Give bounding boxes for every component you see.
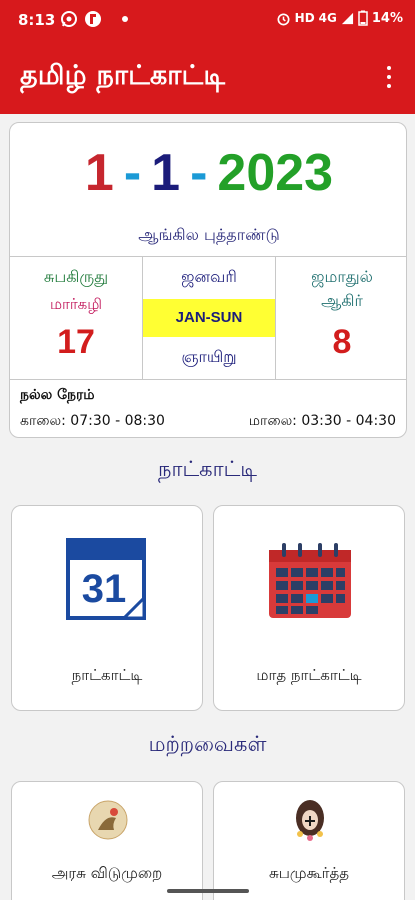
- calendar-section-title: நாட்காட்டி: [158, 457, 257, 481]
- others-section-title: மற்றவைகள்: [148, 732, 267, 756]
- date-year: 2023: [217, 144, 334, 202]
- english-month-name: ஜனவரி: [181, 267, 237, 286]
- app-bar: தமிழ் நாட்காட்டி: [0, 40, 415, 114]
- whatsapp-icon: [61, 11, 77, 27]
- daily-calendar-tile[interactable]: 31 நாட்காட்டி: [11, 505, 203, 711]
- daily-calendar-label: நாட்காட்டி: [71, 666, 143, 684]
- hijri-date-number: 8: [332, 323, 352, 361]
- month-calendar-icon: [269, 543, 351, 618]
- status-bar: 8:13 HD 4G 14%: [0, 0, 415, 40]
- date-separator: -: [190, 144, 208, 202]
- auspicious-times-label: சுபமுகூர்த்த: [268, 864, 350, 882]
- tamil-year-name: சுபகிருது: [43, 267, 109, 286]
- date-day: 1: [84, 144, 114, 202]
- good-time-title: நல்ல நேரம்: [20, 387, 95, 403]
- app-title: தமிழ் நாட்காட்டி: [20, 60, 226, 91]
- signal-type: 4G: [318, 11, 337, 25]
- good-time-morning: காலை: 07:30 - 08:30: [20, 413, 165, 429]
- calendar-icon-number: 31: [82, 567, 127, 611]
- dot-icon: [122, 16, 128, 22]
- day-event: ஆங்கில புத்தாண்டு: [138, 225, 280, 244]
- gregorian-date: 1-1-2023: [10, 143, 406, 203]
- app-notification-icon: [85, 11, 101, 27]
- date-separator: -: [123, 144, 142, 202]
- government-holidays-label: அரசு விடுமுறை: [51, 864, 163, 882]
- english-month-column: ஜனவரி JAN-SUN ஞாயிறு: [142, 257, 275, 379]
- hijri-date-column: ஜமாதுல் ஆகிர் 8: [275, 257, 406, 379]
- hijri-month-line2: ஆகிர்: [321, 291, 363, 310]
- status-time: 8:13: [18, 11, 56, 29]
- month-day-badge: JAN-SUN: [143, 299, 275, 337]
- government-holidays-tile[interactable]: அரசு விடுமுறை: [11, 781, 203, 900]
- date-month: 1: [151, 144, 181, 202]
- monthly-calendar-label: மாத நாட்காட்டி: [256, 666, 362, 684]
- status-indicators: HD 4G 14%: [276, 10, 403, 26]
- overflow-menu-button[interactable]: [377, 62, 401, 92]
- network-type: HD: [294, 11, 315, 25]
- calendar-31-icon: 31: [66, 538, 146, 620]
- gesture-navigation-bar[interactable]: [167, 889, 249, 893]
- signal-icon: [341, 12, 353, 24]
- tamil-date-column: சுபகிருது மார்கழி 17: [10, 257, 142, 379]
- tamil-month-name: மார்கழி: [49, 295, 103, 313]
- wedding-icon: [296, 800, 324, 841]
- holiday-icon: [88, 800, 128, 840]
- battery-icon: [358, 10, 368, 26]
- battery-percent: 14%: [371, 10, 403, 26]
- good-time-evening: மாலை: 03:30 - 04:30: [248, 413, 396, 429]
- hijri-month-line1: ஜமாதுல்: [311, 267, 373, 286]
- more-vert-icon: [387, 66, 391, 70]
- today-card[interactable]: 1-1-2023 ஆங்கில புத்தாண்டு சுபகிருது மார…: [9, 122, 407, 438]
- alarm-icon: [277, 12, 290, 25]
- date-details-row: சுபகிருது மார்கழி 17 ஜனவரி JAN-SUN ஞாயிற…: [10, 256, 406, 380]
- monthly-calendar-tile[interactable]: மாத நாட்காட்டி: [213, 505, 405, 711]
- weekday-name: ஞாயிறு: [181, 347, 237, 366]
- tamil-date-number: 17: [57, 323, 95, 361]
- auspicious-times-tile[interactable]: சுபமுகூர்த்த: [213, 781, 405, 900]
